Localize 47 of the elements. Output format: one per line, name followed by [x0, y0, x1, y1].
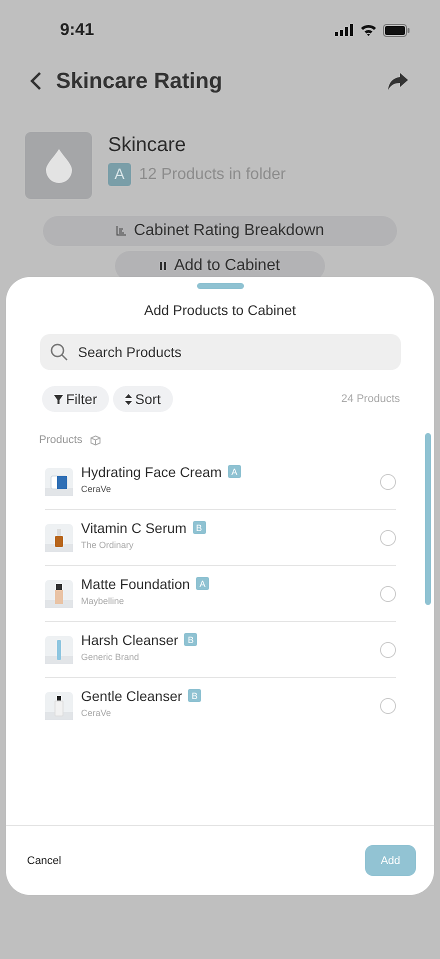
search-field[interactable]: Search Products — [40, 334, 401, 370]
result-count: 24 Products — [341, 393, 400, 405]
sort-button[interactable]: Sort — [113, 386, 173, 412]
grade-badge: B — [188, 689, 202, 702]
product-name: Hydrating Face Cream — [81, 464, 222, 480]
brand-name: The Ordinary — [81, 540, 135, 550]
grip-icon — [160, 262, 166, 270]
product-name: Harsh Cleanser — [81, 632, 178, 648]
brand-name: CeraVe — [81, 484, 112, 494]
sheet-title: Add Products to Cabinet — [143, 302, 297, 318]
product-name: Vitamin C Serum — [81, 520, 187, 536]
select-radio[interactable] — [380, 586, 396, 602]
select-radio[interactable] — [380, 642, 396, 658]
filter-icon — [54, 394, 63, 404]
sort-icon — [125, 394, 132, 404]
search-icon — [50, 343, 68, 361]
product-name: Gentle Cleanser — [81, 688, 182, 704]
battery-icon — [383, 24, 410, 36]
drag-handle[interactable] — [196, 283, 244, 289]
grade-badge: A — [196, 577, 209, 590]
chart-icon — [116, 226, 126, 236]
brand-name: CeraVe — [81, 708, 112, 718]
page-title: Skincare Rating — [56, 68, 224, 94]
brand-name: Maybelline — [81, 596, 126, 606]
section-label: Products — [39, 434, 82, 446]
grade-badge: A — [228, 465, 241, 478]
droplet-icon — [46, 148, 72, 182]
search-input[interactable]: Search Products — [76, 343, 391, 361]
box-icon — [90, 434, 102, 446]
share-icon[interactable] — [388, 72, 408, 90]
product-name: Matte Foundation — [81, 576, 190, 592]
breakdown-button[interactable]: Cabinet Rating Breakdown — [43, 216, 397, 246]
status-time: 9:41 — [60, 20, 94, 40]
wifi-icon — [360, 24, 377, 36]
folder-name: Skincare — [108, 134, 187, 157]
grade-badge: A — [108, 163, 131, 186]
cancel-button[interactable]: Cancel — [27, 854, 62, 866]
brand-name: Generic Brand — [81, 652, 140, 662]
filter-button[interactable]: Filter — [42, 386, 110, 412]
signal-icon — [335, 24, 354, 36]
grade-badge: B — [192, 521, 206, 534]
select-radio[interactable] — [380, 474, 396, 490]
grade-badge: B — [184, 633, 198, 646]
select-radio[interactable] — [380, 698, 396, 714]
scrollbar[interactable] — [425, 433, 431, 605]
select-radio[interactable] — [380, 530, 396, 546]
back-icon[interactable] — [30, 71, 42, 91]
